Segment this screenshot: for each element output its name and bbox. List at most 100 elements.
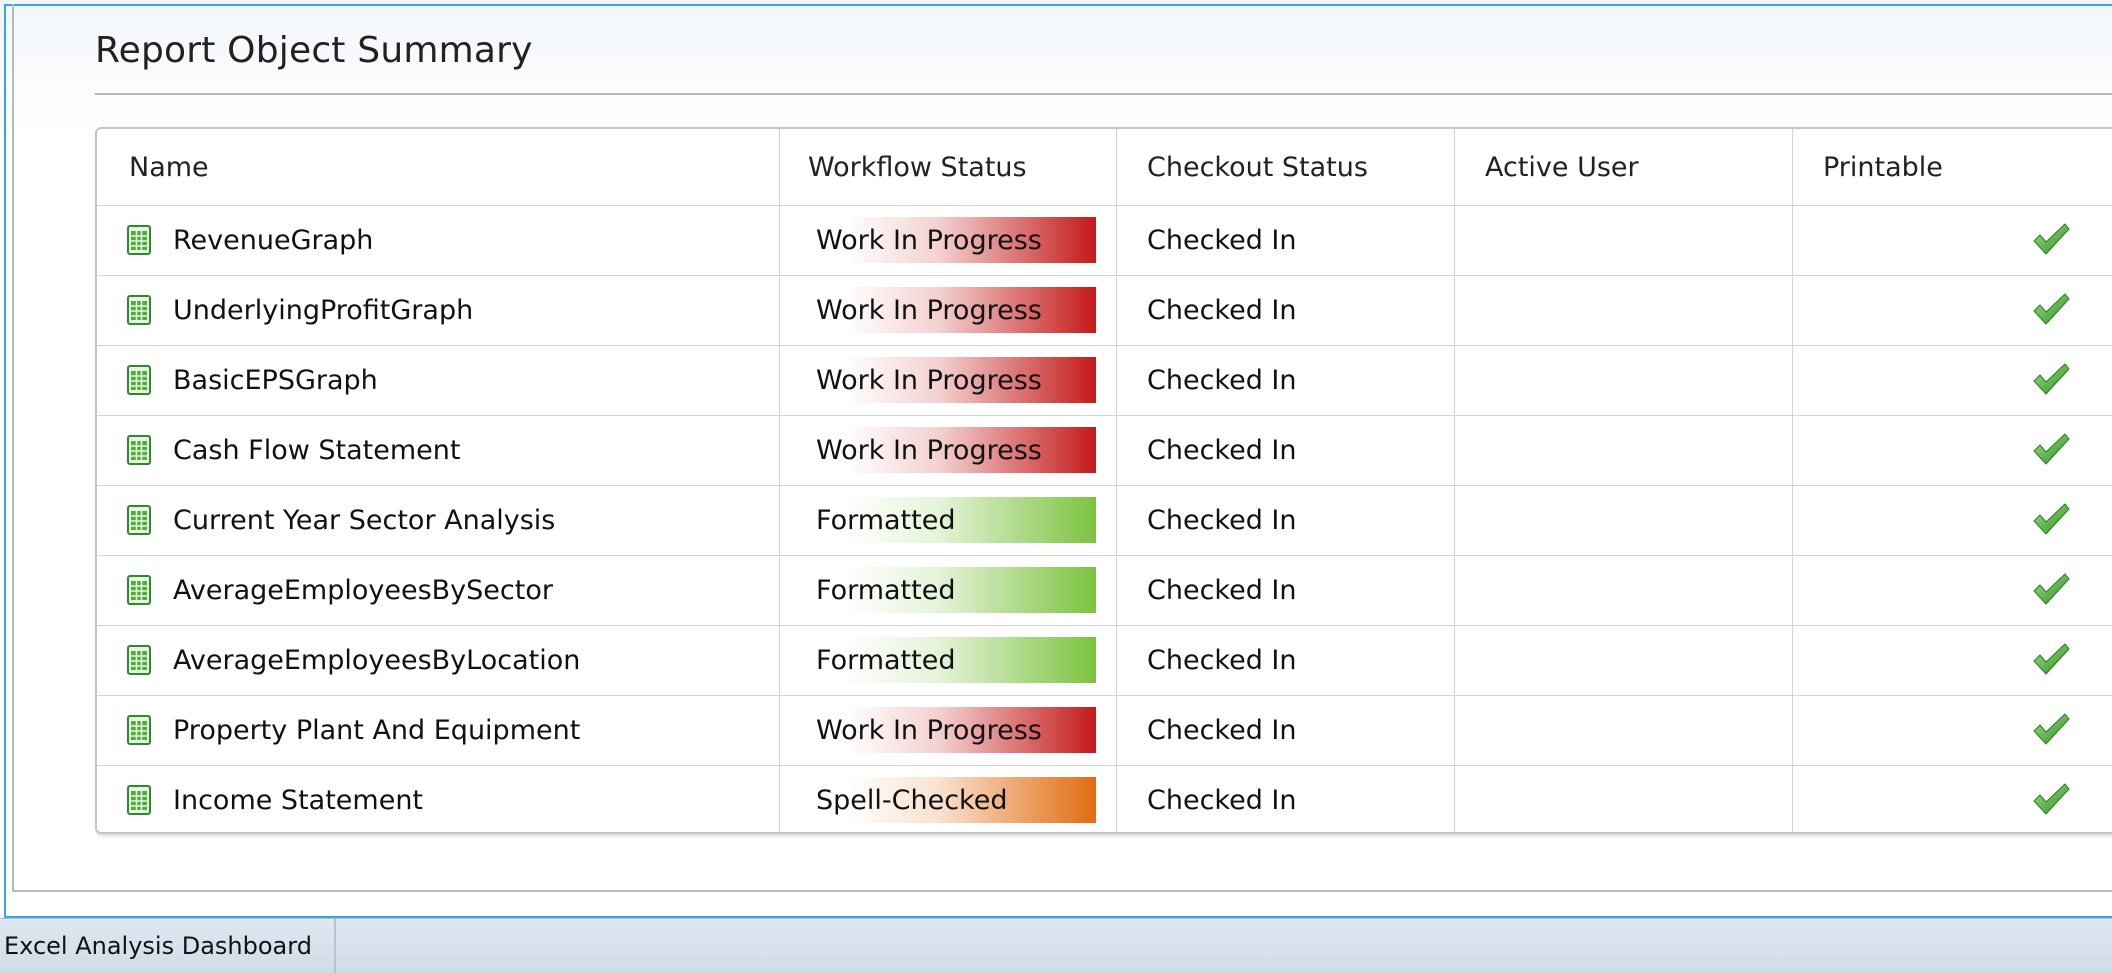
cell-checkout-status[interactable]: Checked In bbox=[1117, 555, 1455, 625]
cell-checkout-status[interactable]: Checked In bbox=[1117, 205, 1455, 275]
cell-workflow-status[interactable]: Formatted bbox=[780, 625, 1117, 695]
column-header-name[interactable]: Name bbox=[97, 129, 780, 205]
checkmark-icon bbox=[2031, 361, 2071, 404]
workflow-status-badge: Spell-Checked bbox=[810, 777, 1096, 823]
cell-workflow-status[interactable]: Spell-Checked bbox=[780, 765, 1117, 832]
cell-checkout-status[interactable]: Checked In bbox=[1117, 345, 1455, 415]
column-header-active-user[interactable]: Active User bbox=[1455, 129, 1793, 205]
workflow-status-badge: Work In Progress bbox=[810, 707, 1096, 753]
spreadsheet-icon bbox=[127, 365, 151, 395]
workflow-status-badge: Work In Progress bbox=[810, 287, 1096, 333]
cell-printable[interactable] bbox=[1793, 345, 2112, 415]
checkmark-icon bbox=[2031, 641, 2071, 684]
table-row[interactable]: UnderlyingProfitGraph Work In Progress Che… bbox=[97, 275, 2112, 346]
cell-printable[interactable] bbox=[1793, 415, 2112, 485]
cell-active-user[interactable] bbox=[1455, 625, 1793, 695]
spreadsheet-icon bbox=[127, 225, 151, 255]
cell-printable[interactable] bbox=[1793, 485, 2112, 555]
app-window: Report Object Summary Name Workflow Stat… bbox=[0, 0, 2112, 973]
cell-printable[interactable] bbox=[1793, 625, 2112, 695]
cell-printable[interactable] bbox=[1793, 765, 2112, 832]
spreadsheet-icon bbox=[127, 505, 151, 535]
page-title: Report Object Summary bbox=[95, 30, 533, 71]
spreadsheet-icon bbox=[127, 295, 151, 325]
object-name: Income Statement bbox=[173, 784, 424, 816]
workflow-status-badge: Work In Progress bbox=[810, 427, 1096, 473]
object-name: Current Year Sector Analysis bbox=[173, 504, 556, 536]
cell-checkout-status[interactable]: Checked In bbox=[1117, 765, 1455, 832]
status-bar: Excel Analysis Dashboard bbox=[0, 918, 2112, 973]
cell-name[interactable]: RevenueGraph bbox=[97, 205, 780, 275]
object-name: UnderlyingProfitGraph bbox=[173, 294, 474, 326]
cell-name[interactable]: Current Year Sector Analysis bbox=[97, 485, 780, 555]
cell-name[interactable]: AverageEmployeesByLocation bbox=[97, 625, 780, 695]
cell-name[interactable]: Property Plant And Equipment bbox=[97, 695, 780, 765]
cell-active-user[interactable] bbox=[1455, 485, 1793, 555]
cell-active-user[interactable] bbox=[1455, 765, 1793, 832]
object-name: AverageEmployeesBySector bbox=[173, 574, 553, 606]
table-row[interactable]: Cash Flow Statement Work In Progress Check… bbox=[97, 415, 2112, 486]
checkmark-icon bbox=[2031, 501, 2071, 544]
cell-printable[interactable] bbox=[1793, 555, 2112, 625]
dashboard-tab[interactable]: Excel Analysis Dashboard bbox=[0, 919, 336, 973]
spreadsheet-icon bbox=[127, 575, 151, 605]
object-name: AverageEmployeesByLocation bbox=[173, 644, 581, 676]
checkmark-icon bbox=[2031, 571, 2071, 614]
cell-name[interactable]: BasicEPSGraph bbox=[97, 345, 780, 415]
cell-checkout-status[interactable]: Checked In bbox=[1117, 485, 1455, 555]
cell-active-user[interactable] bbox=[1455, 415, 1793, 485]
table-row[interactable]: AverageEmployeesByLocation Formatted Check… bbox=[97, 625, 2112, 696]
cell-workflow-status[interactable]: Work In Progress bbox=[780, 275, 1117, 345]
workflow-status-badge: Formatted bbox=[810, 567, 1096, 613]
workflow-status-badge: Work In Progress bbox=[810, 217, 1096, 263]
checkmark-icon bbox=[2031, 781, 2071, 824]
grid-header-row: Name Workflow Status Checkout Status Act… bbox=[97, 129, 2112, 206]
object-name: RevenueGraph bbox=[173, 224, 374, 256]
cell-workflow-status[interactable]: Work In Progress bbox=[780, 205, 1117, 275]
cell-checkout-status[interactable]: Checked In bbox=[1117, 275, 1455, 345]
workflow-status-badge: Work In Progress bbox=[810, 357, 1096, 403]
cell-checkout-status[interactable]: Checked In bbox=[1117, 625, 1455, 695]
cell-active-user[interactable] bbox=[1455, 275, 1793, 345]
spreadsheet-icon bbox=[127, 715, 151, 745]
column-header-checkout-status[interactable]: Checkout Status bbox=[1117, 129, 1455, 205]
object-name: Cash Flow Statement bbox=[173, 434, 461, 466]
table-row[interactable]: BasicEPSGraph Work In Progress Checked In bbox=[97, 345, 2112, 416]
checkmark-icon bbox=[2031, 711, 2071, 754]
column-header-printable[interactable]: Printable bbox=[1793, 129, 2112, 205]
title-divider bbox=[95, 93, 2112, 95]
table-row[interactable]: Property Plant And Equipment Work In Prog… bbox=[97, 695, 2112, 766]
cell-name[interactable]: UnderlyingProfitGraph bbox=[97, 275, 780, 345]
spreadsheet-icon bbox=[127, 435, 151, 465]
checkmark-icon bbox=[2031, 431, 2071, 474]
spreadsheet-icon bbox=[127, 785, 151, 815]
cell-checkout-status[interactable]: Checked In bbox=[1117, 415, 1455, 485]
checkmark-icon bbox=[2031, 221, 2071, 264]
table-row[interactable]: Income Statement Spell-Checked Checked In bbox=[97, 765, 2112, 832]
cell-workflow-status[interactable]: Work In Progress bbox=[780, 345, 1117, 415]
cell-active-user[interactable] bbox=[1455, 205, 1793, 275]
cell-printable[interactable] bbox=[1793, 205, 2112, 275]
cell-workflow-status[interactable]: Formatted bbox=[780, 485, 1117, 555]
cell-active-user[interactable] bbox=[1455, 695, 1793, 765]
workflow-status-badge: Formatted bbox=[810, 637, 1096, 683]
cell-workflow-status[interactable]: Formatted bbox=[780, 555, 1117, 625]
cell-checkout-status[interactable]: Checked In bbox=[1117, 695, 1455, 765]
table-row[interactable]: AverageEmployeesBySector Formatted Checked… bbox=[97, 555, 2112, 626]
cell-printable[interactable] bbox=[1793, 275, 2112, 345]
workflow-status-badge: Formatted bbox=[810, 497, 1096, 543]
table-row[interactable]: RevenueGraph Work In Progress Checked In bbox=[97, 205, 2112, 276]
spreadsheet-icon bbox=[127, 645, 151, 675]
cell-name[interactable]: Cash Flow Statement bbox=[97, 415, 780, 485]
cell-workflow-status[interactable]: Work In Progress bbox=[780, 695, 1117, 765]
cell-active-user[interactable] bbox=[1455, 555, 1793, 625]
table-row[interactable]: Current Year Sector Analysis Formatted Che… bbox=[97, 485, 2112, 556]
column-header-workflow-status[interactable]: Workflow Status bbox=[780, 129, 1117, 205]
checkmark-icon bbox=[2031, 291, 2071, 334]
cell-name[interactable]: AverageEmployeesBySector bbox=[97, 555, 780, 625]
cell-printable[interactable] bbox=[1793, 695, 2112, 765]
report-object-grid: Name Workflow Status Checkout Status Act… bbox=[95, 127, 2112, 834]
cell-workflow-status[interactable]: Work In Progress bbox=[780, 415, 1117, 485]
cell-active-user[interactable] bbox=[1455, 345, 1793, 415]
cell-name[interactable]: Income Statement bbox=[97, 765, 780, 832]
